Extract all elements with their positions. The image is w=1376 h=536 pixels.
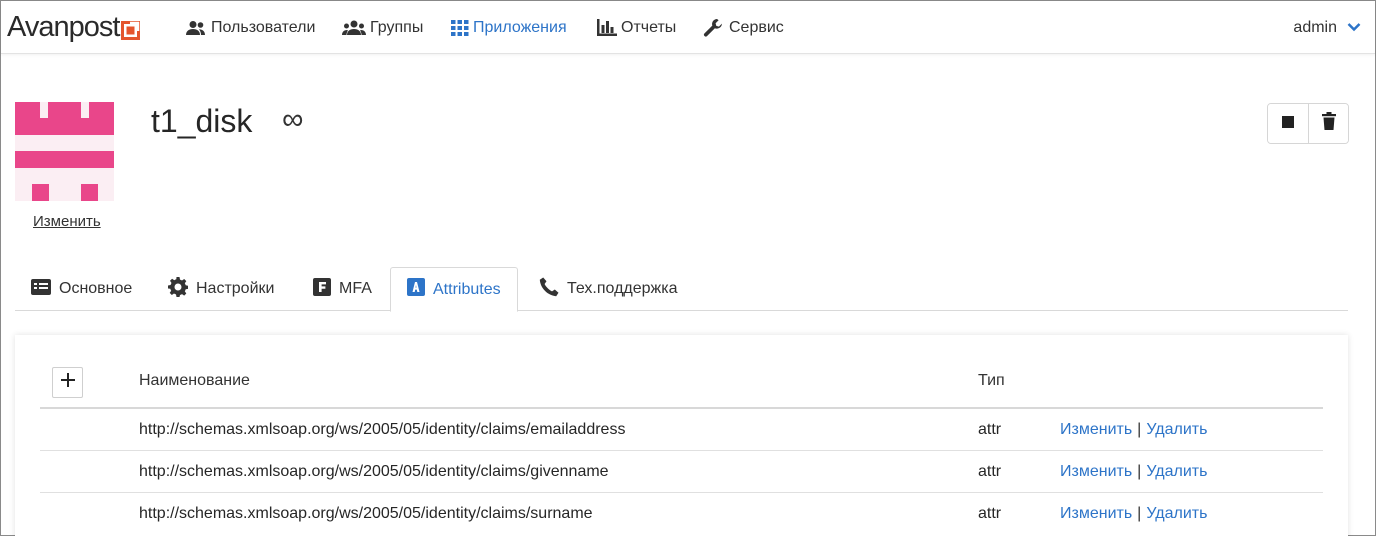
tab-attributes-label: Attributes (433, 280, 501, 298)
delete-link[interactable]: Удалить (1146, 463, 1207, 481)
chevron-down-icon (1347, 19, 1361, 37)
avatar-edit-link[interactable]: Изменить (33, 213, 101, 230)
nav-users[interactable]: Пользователи (185, 1, 315, 54)
bar-chart-icon (597, 19, 617, 36)
row-actions: Изменить | Удалить (1060, 409, 1207, 451)
plus-icon (60, 373, 75, 392)
nav-reports-label: Отчеты (621, 18, 677, 36)
tab-general[interactable]: Основное (15, 267, 148, 311)
table-row: http://schemas.xmlsoap.org/ws/2005/05/id… (40, 451, 1323, 493)
attributes-icon (407, 278, 425, 301)
tab-general-label: Основное (59, 280, 133, 297)
action-separator: | (1137, 421, 1142, 438)
nav-applications-label: Приложения (473, 18, 567, 36)
top-navbar: Avanpost Пользователи Группы Приложения (1, 1, 1375, 54)
page-title: t1_disk (151, 103, 253, 139)
user-menu[interactable]: admin (1293, 1, 1361, 54)
table-row: http://schemas.xmlsoap.org/ws/2005/05/id… (40, 493, 1323, 535)
apps-grid-icon (451, 19, 469, 36)
tab-settings-label: Настройки (196, 280, 275, 297)
table-row: http://schemas.xmlsoap.org/ws/2005/05/id… (40, 409, 1323, 451)
phone-icon (539, 277, 559, 302)
mfa-icon (313, 277, 331, 301)
tab-settings[interactable]: Настройки (152, 267, 290, 311)
infinity-icon: ∞ (282, 103, 304, 136)
gear-icon (168, 276, 189, 302)
tab-mfa[interactable]: MFA (297, 267, 388, 311)
nav-service[interactable]: Сервис (703, 1, 784, 54)
tab-attributes[interactable]: Attributes (390, 267, 518, 312)
stop-icon (1282, 115, 1294, 133)
nav-reports[interactable]: Отчеты (597, 1, 676, 54)
logo-mark-icon (121, 15, 141, 40)
column-header-type: Тип (978, 372, 1005, 389)
tab-mfa-label: MFA (339, 280, 372, 297)
nav-service-label: Сервис (729, 18, 784, 36)
nav-groups-label: Группы (370, 18, 424, 36)
edit-link[interactable]: Изменить (1060, 421, 1132, 439)
app-avatar (15, 102, 114, 201)
add-attribute-button[interactable] (52, 367, 83, 398)
edit-link[interactable]: Изменить (1060, 505, 1132, 523)
attribute-type: attr (978, 505, 1002, 522)
attribute-type: attr (978, 421, 1002, 438)
group-icon (342, 20, 366, 36)
avanpost-logo[interactable]: Avanpost (7, 11, 141, 44)
logo-text: Avanpost (7, 11, 120, 43)
attribute-name: http://schemas.xmlsoap.org/ws/2005/05/id… (139, 505, 593, 522)
tab-support-label: Тех.поддержка (567, 280, 678, 297)
attribute-name: http://schemas.xmlsoap.org/ws/2005/05/id… (139, 463, 609, 480)
user-name: admin (1293, 18, 1337, 36)
row-actions: Изменить | Удалить (1060, 493, 1207, 535)
users-icon (185, 20, 207, 36)
attribute-name: http://schemas.xmlsoap.org/ws/2005/05/id… (139, 421, 626, 438)
attribute-type: attr (978, 463, 1002, 480)
nav-applications[interactable]: Приложения (451, 1, 567, 54)
stop-button[interactable] (1268, 104, 1308, 143)
nav-users-label: Пользователи (211, 18, 316, 36)
column-header-name: Наименование (139, 372, 250, 389)
wrench-icon (703, 18, 725, 38)
delete-link[interactable]: Удалить (1146, 505, 1207, 523)
attributes-panel: Наименование Тип http://schemas.xmlsoap.… (15, 335, 1348, 536)
action-separator: | (1137, 463, 1142, 480)
app-tabs: Основное Настройки MFA Attributes Тех.по… (15, 267, 1348, 312)
row-actions: Изменить | Удалить (1060, 451, 1207, 493)
app-actions (1267, 103, 1349, 144)
edit-link[interactable]: Изменить (1060, 463, 1132, 481)
action-separator: | (1137, 505, 1142, 522)
id-card-icon (31, 278, 51, 300)
trash-icon (1321, 112, 1336, 135)
delete-button[interactable] (1308, 104, 1348, 143)
tab-support[interactable]: Тех.поддержка (523, 267, 694, 311)
delete-link[interactable]: Удалить (1146, 421, 1207, 439)
nav-groups[interactable]: Группы (342, 1, 423, 54)
